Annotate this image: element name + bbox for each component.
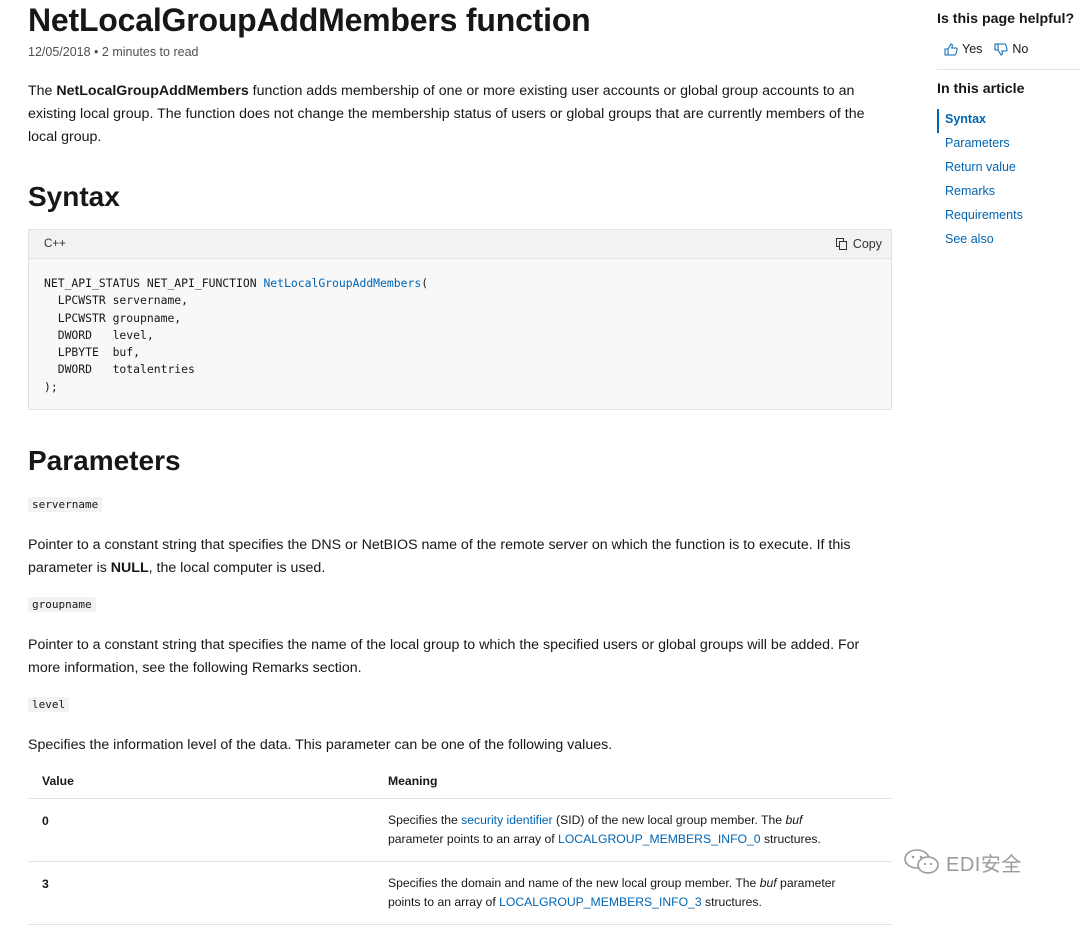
read-time: 2 minutes to read	[101, 45, 199, 59]
param-name-groupname: groupname	[28, 597, 96, 612]
toc-item-requirements[interactable]: Requirements	[937, 205, 1023, 229]
localgroup-members-info-3-link[interactable]: LOCALGROUP_MEMBERS_INFO_3	[499, 895, 702, 909]
param-desc-level: Specifies the information level of the d…	[28, 737, 613, 753]
table-of-contents: Syntax Parameters Return value Remarks R…	[937, 109, 1023, 253]
param-desc-servername: Pointer to a constant string that specif…	[28, 537, 851, 576]
param-name-level: level	[28, 697, 70, 712]
helpful-prompt: Is this page helpful?	[937, 11, 1075, 27]
table-cell-meaning: Specifies the security identifier (SID) …	[374, 798, 892, 862]
watermark-text: EDI安全	[946, 853, 1022, 876]
level-values-table: Value Meaning 0 Specifies the security i…	[28, 764, 892, 925]
toc-item-syntax[interactable]: Syntax	[937, 109, 1023, 133]
intro-paragraph: The NetLocalGroupAddMembers function add…	[28, 83, 865, 145]
copy-button[interactable]: Copy	[835, 237, 882, 251]
article-meta: 12/05/2018 • 2 minutes to read	[28, 45, 199, 59]
code-block: C++ Copy NET_API_STATUS NET_API_FUNCTION…	[28, 229, 892, 410]
feedback-buttons: Yes No	[944, 42, 1028, 56]
code-function-name: NetLocalGroupAddMembers	[263, 276, 422, 290]
thumbs-down-icon	[994, 43, 1009, 56]
sidebar-divider	[937, 69, 1080, 70]
page-title: NetLocalGroupAddMembers function	[28, 2, 591, 38]
copy-label: Copy	[852, 237, 882, 251]
toc-item-return-value[interactable]: Return value	[937, 157, 1023, 181]
table-header-value: Value	[28, 764, 374, 799]
param-desc-groupname: Pointer to a constant string that specif…	[28, 637, 860, 676]
localgroup-members-info-0-link[interactable]: LOCALGROUP_MEMBERS_INFO_0	[558, 832, 761, 846]
wechat-icon	[904, 849, 939, 874]
code-text: NET_API_STATUS NET_API_FUNCTION NetLocal…	[44, 276, 429, 394]
toc-item-parameters[interactable]: Parameters	[937, 133, 1023, 157]
syntax-heading: Syntax	[28, 181, 120, 212]
code-language: C++	[44, 238, 66, 250]
table-row: 0 Specifies the security identifier (SID…	[28, 798, 892, 862]
copy-icon	[835, 238, 847, 250]
table-header-meaning: Meaning	[374, 764, 892, 799]
table-cell-value: 3	[28, 861, 374, 925]
toc-item-remarks[interactable]: Remarks	[937, 181, 1023, 205]
param-name-servername: servername	[28, 497, 103, 512]
article-date: 12/05/2018	[28, 45, 91, 59]
parameters-heading: Parameters	[28, 445, 181, 476]
table-header-row: Value Meaning	[28, 764, 892, 799]
code-block-header: C++ Copy	[29, 230, 891, 259]
thumbs-up-icon	[944, 42, 958, 55]
table-cell-meaning: Specifies the domain and name of the new…	[374, 861, 892, 925]
security-identifier-link[interactable]: security identifier	[461, 813, 552, 827]
table-row: 3 Specifies the domain and name of the n…	[28, 861, 892, 925]
watermark: EDI安全	[902, 847, 1022, 877]
table-cell-value: 0	[28, 798, 374, 862]
toc-item-see-also[interactable]: See also	[937, 229, 1023, 253]
yes-button[interactable]: Yes	[944, 42, 982, 56]
no-button[interactable]: No	[994, 42, 1028, 56]
in-this-article-heading: In this article	[937, 81, 1025, 97]
